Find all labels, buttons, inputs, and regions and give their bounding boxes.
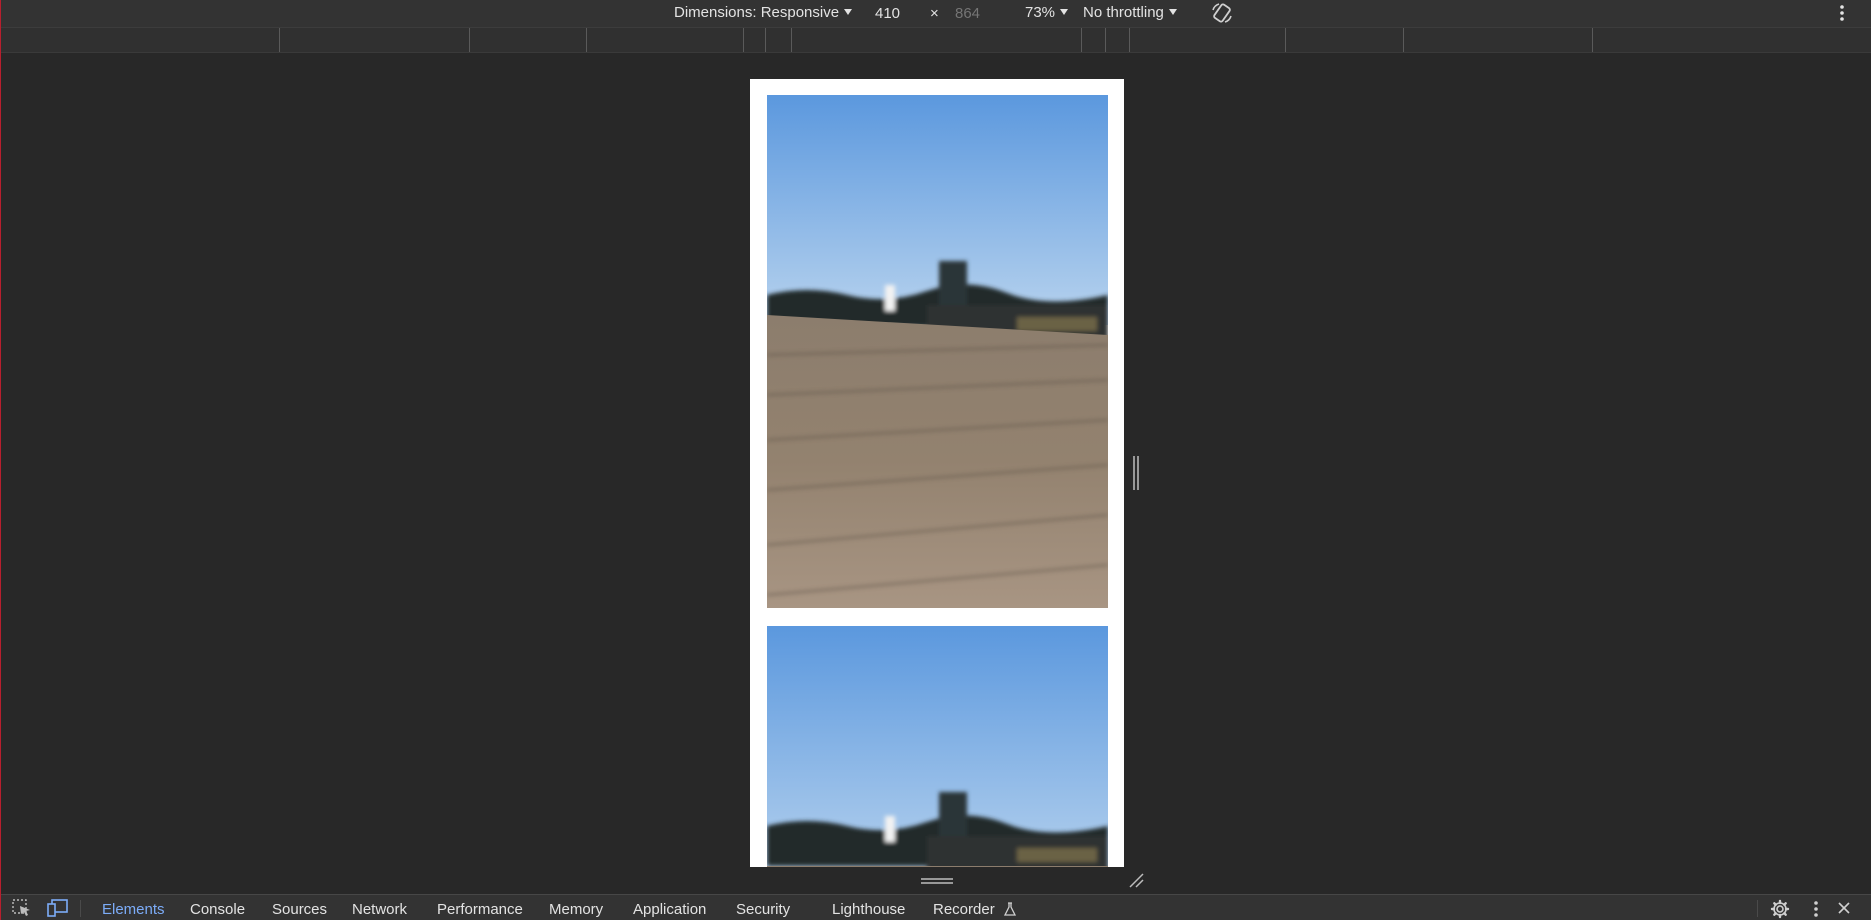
resize-corner-handle[interactable] bbox=[1128, 872, 1144, 888]
ruler-tick bbox=[1592, 28, 1593, 52]
chevron-down-icon bbox=[844, 9, 853, 15]
media-query-ruler[interactable] bbox=[1, 28, 1871, 53]
devtools-tab-bar: Elements Console Sources Network Perform… bbox=[1, 894, 1871, 920]
ruler-tick bbox=[1081, 28, 1082, 52]
emulated-viewport[interactable] bbox=[750, 79, 1124, 867]
tab-console[interactable]: Console bbox=[190, 901, 245, 918]
dimensions-label: Dimensions: Responsive bbox=[674, 4, 840, 21]
throttling-dropdown[interactable]: No throttling bbox=[1083, 4, 1177, 21]
tab-recorder[interactable]: Recorder bbox=[933, 901, 1017, 918]
ruler-tick bbox=[469, 28, 470, 52]
dimensions-dropdown[interactable]: Dimensions: Responsive bbox=[674, 4, 853, 21]
ruler-tick bbox=[743, 28, 744, 52]
ruler-tick bbox=[1105, 28, 1106, 52]
tab-lighthouse[interactable]: Lighthouse bbox=[832, 901, 905, 918]
tab-security[interactable]: Security bbox=[736, 901, 790, 918]
times-sign: × bbox=[930, 5, 939, 22]
tab-network[interactable]: Network bbox=[352, 901, 407, 918]
ruler-tick bbox=[1129, 28, 1130, 52]
gear-icon[interactable] bbox=[1770, 899, 1790, 919]
resize-width-handle[interactable] bbox=[1132, 456, 1140, 490]
height-input[interactable] bbox=[955, 3, 999, 23]
ruler-tick bbox=[1285, 28, 1286, 52]
more-options-icon[interactable] bbox=[1837, 2, 1847, 24]
tab-elements[interactable]: Elements bbox=[102, 901, 165, 918]
chevron-down-icon bbox=[1060, 9, 1069, 15]
ruler-tick bbox=[1403, 28, 1404, 52]
tab-sources[interactable]: Sources bbox=[272, 901, 327, 918]
divider bbox=[80, 900, 81, 917]
tab-recorder-label: Recorder bbox=[933, 901, 995, 918]
ruler-tick bbox=[279, 28, 280, 52]
kebab-menu-icon[interactable] bbox=[1811, 899, 1821, 919]
rotate-icon[interactable] bbox=[1210, 1, 1234, 25]
pier-photo-2 bbox=[767, 626, 1108, 867]
close-icon[interactable] bbox=[1837, 901, 1851, 915]
width-input[interactable] bbox=[875, 3, 919, 23]
pier-photo-image bbox=[767, 95, 1108, 608]
ruler-tick bbox=[791, 28, 792, 52]
pier-photo-image bbox=[767, 626, 1108, 867]
ruler-tick bbox=[586, 28, 587, 52]
ruler-tick bbox=[765, 28, 766, 52]
resize-height-handle[interactable] bbox=[921, 877, 953, 885]
tab-memory[interactable]: Memory bbox=[549, 901, 603, 918]
tab-performance[interactable]: Performance bbox=[437, 901, 523, 918]
flask-icon bbox=[1003, 902, 1016, 916]
pier-photo-1 bbox=[767, 95, 1108, 608]
device-toggle-icon[interactable] bbox=[47, 898, 69, 917]
device-toolbar: Dimensions: Responsive × 73% No throttli… bbox=[1, 0, 1871, 28]
devtools-device-mode: Dimensions: Responsive × 73% No throttli… bbox=[0, 0, 1871, 920]
zoom-dropdown[interactable]: 73% bbox=[1025, 4, 1069, 21]
zoom-label: 73% bbox=[1025, 4, 1056, 21]
throttling-label: No throttling bbox=[1083, 4, 1164, 21]
inspect-element-icon[interactable] bbox=[12, 899, 32, 917]
tab-application[interactable]: Application bbox=[633, 901, 706, 918]
divider bbox=[1757, 900, 1758, 917]
chevron-down-icon bbox=[1168, 9, 1177, 15]
